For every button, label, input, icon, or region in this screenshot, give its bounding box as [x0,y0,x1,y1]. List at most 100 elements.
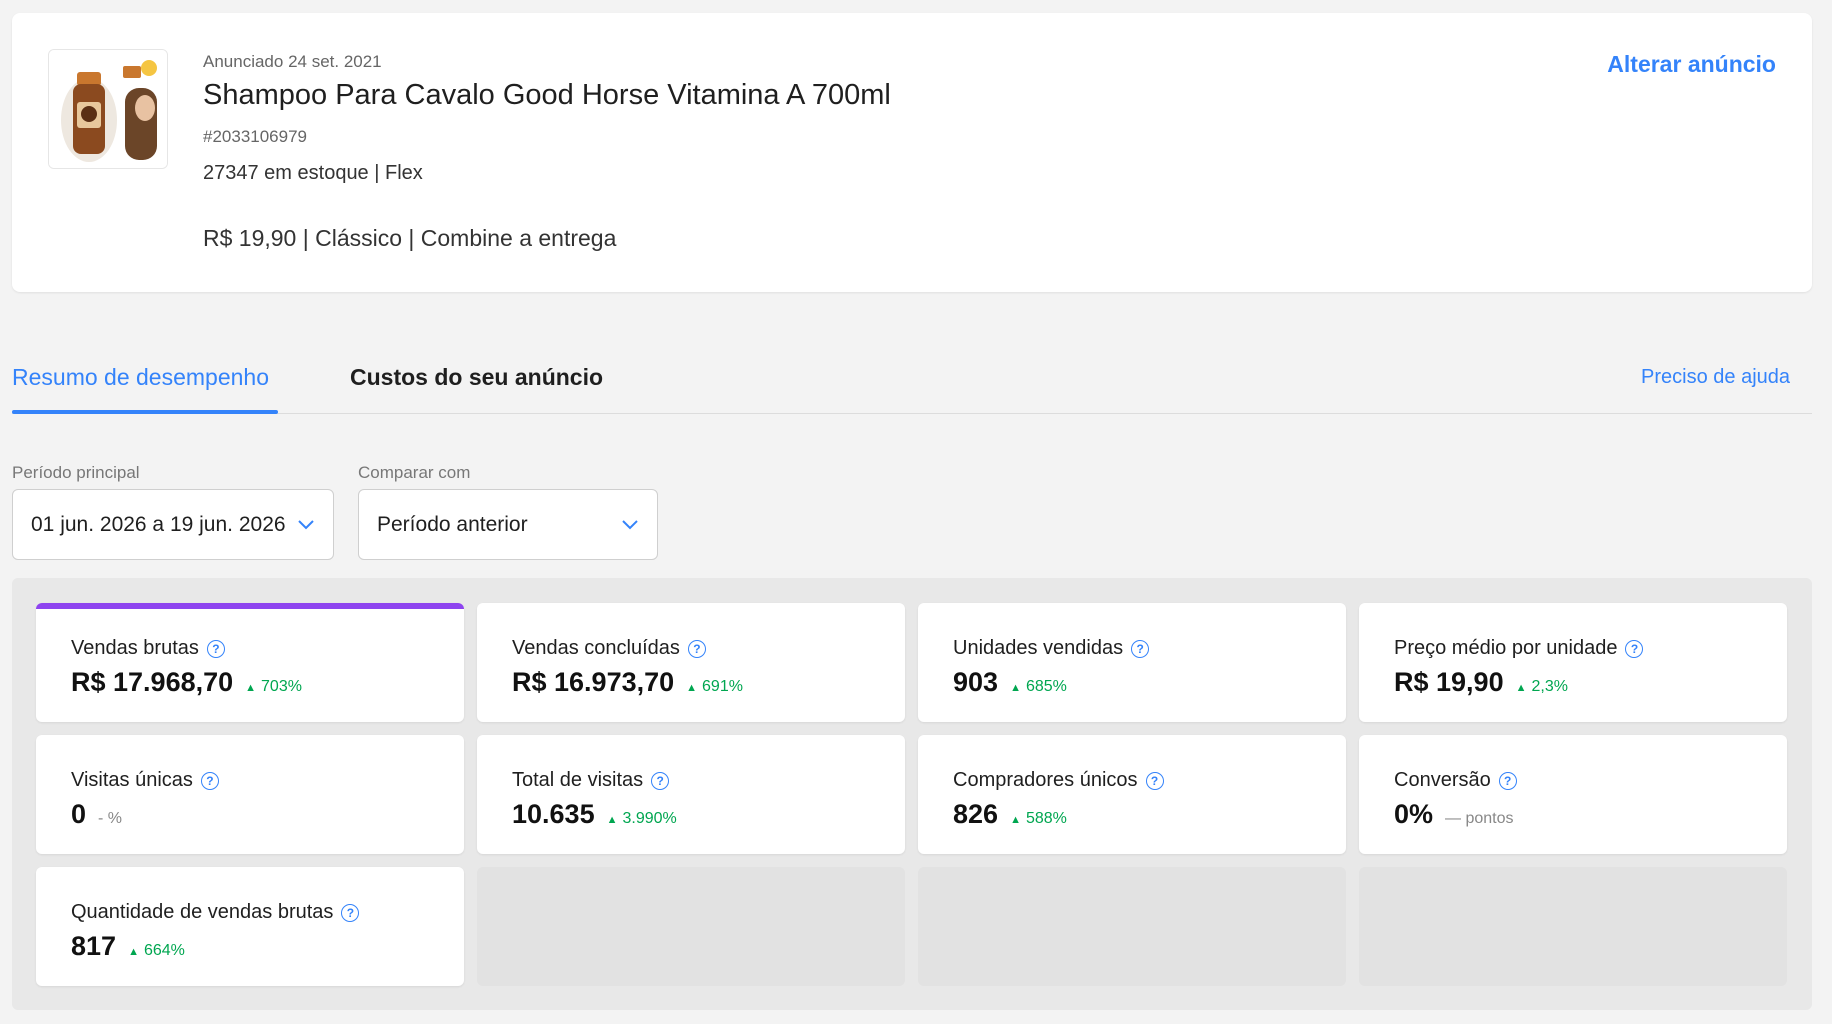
compare-select[interactable]: Período anterior [358,489,658,560]
metric-delta-value: — pontos [1445,810,1514,827]
active-tab-indicator [12,410,278,414]
metrics-panel: Vendas brutas ? R$ 17.968,70 ▲ 703% Venda… [12,578,1812,1010]
metric-value-row: R$ 16.973,70 ▲ 691% [512,667,743,698]
metric-delta-value: 691% [702,678,743,695]
metric-value-row: 0% — pontos [1394,799,1514,830]
chevron-down-icon [622,519,638,529]
metric-label: Visitas únicas [71,769,193,791]
help-link[interactable]: Preciso de ajuda [1641,366,1790,389]
metric-value-row: 826 ▲ 588% [953,799,1067,830]
metric-delta: — pontos [1445,810,1513,828]
product-image-icon [49,50,167,168]
product-title: Shampoo Para Cavalo Good Horse Vitamina … [203,79,891,111]
metric-value: 10.635 [512,799,595,829]
period-select-value: 01 jun. 2026 a 19 jun. 2026 [31,512,286,536]
metric-card-conversion[interactable]: Conversão ? 0% — pontos [1359,735,1787,854]
metric-value-row: R$ 19,90 ▲ 2,3% [1394,667,1568,698]
metric-delta-value: 588% [1025,810,1067,827]
metric-value: 903 [953,667,999,697]
metric-delta: ▲ 2,3% [1516,678,1568,696]
metric-label-wrap: Quantidade de vendas brutas ? [71,901,360,924]
tab-bar: Resumo de desempenho Custos do seu anúnc… [12,348,1812,414]
metric-label: Total de visitas [512,769,644,791]
metric-delta: ▲ 703% [245,678,302,696]
metric-delta: ▲ 664% [128,942,185,960]
metric-value-row: R$ 17.968,70 ▲ 703% [71,667,302,698]
arrow-up-icon: ▲ [606,814,618,826]
metric-delta-value: 3.990% [622,810,677,827]
tab-listing-costs[interactable]: Custos do seu anúncio [350,364,603,391]
metric-value-row: 0 - % [71,799,122,830]
metric-card-units-sold[interactable]: Unidades vendidas ? 903 ▲ 685% [918,603,1346,722]
metric-value-row: 10.635 ▲ 3.990% [512,799,677,830]
metric-delta: ▲ 685% [1010,678,1067,696]
metric-delta: - % [98,810,122,828]
product-id: #2033106979 [203,127,308,146]
metric-label-wrap: Preço médio por unidade ? [1394,637,1644,660]
metric-value: R$ 17.968,70 [71,667,234,697]
edit-listing-link[interactable]: Alterar anúncio [1607,51,1776,78]
metric-label-wrap: Compradores únicos ? [953,769,1164,792]
help-icon[interactable]: ? [341,903,360,922]
metric-delta: ▲ 3.990% [607,810,677,828]
metric-card-unique-visits[interactable]: Visitas únicas ? 0 - % [36,735,464,854]
empty-card-slot [918,867,1346,986]
metric-label-wrap: Conversão ? [1394,769,1517,792]
metric-card-gross-sales[interactable]: Vendas brutas ? R$ 17.968,70 ▲ 703% [36,603,464,722]
metric-label: Compradores únicos [953,769,1138,791]
metric-value: 817 [71,931,117,961]
metric-label: Unidades vendidas [953,637,1124,659]
help-icon[interactable]: ? [687,639,706,658]
metric-value: R$ 16.973,70 [512,667,675,697]
product-card: Anunciado 24 set. 2021 Shampoo Para Cava… [12,13,1812,292]
metric-label-wrap: Unidades vendidas ? [953,637,1150,660]
metric-value: 826 [953,799,999,829]
metric-label-wrap: Visitas únicas ? [71,769,219,792]
help-icon[interactable]: ? [1625,639,1644,658]
metric-delta-value: 2,3% [1531,678,1568,695]
stock-info: 27347 em estoque | Flex [203,162,423,184]
compare-label: Comparar com [358,463,471,482]
help-icon[interactable]: ? [651,771,670,790]
metric-value: 0 [71,799,87,829]
tab-performance-summary[interactable]: Resumo de desempenho [12,364,269,391]
chevron-down-icon [298,519,314,529]
metric-card-gross-sales-quantity[interactable]: Quantidade de vendas brutas ? 817 ▲ 664% [36,867,464,986]
metric-label: Vendas concluídas [512,637,680,659]
metric-label: Preço médio por unidade [1394,637,1618,659]
metric-delta-value: 685% [1025,678,1067,695]
arrow-up-icon: ▲ [128,946,139,958]
metric-label-wrap: Vendas concluídas ? [512,637,706,660]
compare-select-value: Período anterior [377,512,528,536]
period-label: Período principal [12,463,140,482]
metric-delta-value: 664% [143,942,185,959]
help-icon[interactable]: ? [1145,771,1164,790]
metric-delta: ▲ 691% [686,678,743,696]
help-icon[interactable]: ? [206,639,225,658]
metric-value-row: 903 ▲ 685% [953,667,1067,698]
arrow-up-icon: ▲ [1010,682,1021,694]
help-icon[interactable]: ? [1131,639,1150,658]
arrow-up-icon: ▲ [1515,682,1527,694]
metric-card-total-visits[interactable]: Total de visitas ? 10.635 ▲ 3.990% [477,735,905,854]
arrow-up-icon: ▲ [1010,814,1021,826]
help-icon[interactable]: ? [1498,771,1517,790]
metric-label: Vendas brutas [71,637,199,659]
metric-delta-value: - % [98,810,123,827]
metric-value: R$ 19,90 [1394,667,1504,697]
listed-date: Anunciado 24 set. 2021 [203,52,382,71]
period-select[interactable]: 01 jun. 2026 a 19 jun. 2026 [12,489,334,560]
empty-card-slot [1359,867,1787,986]
empty-card-slot [477,867,905,986]
metric-card-unique-buyers[interactable]: Compradores únicos ? 826 ▲ 588% [918,735,1346,854]
metric-delta: ▲ 588% [1010,810,1067,828]
arrow-up-icon: ▲ [686,682,698,694]
metric-label-wrap: Vendas brutas ? [71,637,225,660]
metric-card-completed-sales[interactable]: Vendas concluídas ? R$ 16.973,70 ▲ 691% [477,603,905,722]
selected-card-indicator [36,603,464,609]
help-icon[interactable]: ? [200,771,219,790]
metric-value-row: 817 ▲ 664% [71,931,185,962]
product-thumbnail[interactable] [48,49,168,169]
metric-label: Quantidade de vendas brutas [71,901,334,923]
metric-card-avg-price[interactable]: Preço médio por unidade ? R$ 19,90 ▲ 2,3% [1359,603,1787,722]
